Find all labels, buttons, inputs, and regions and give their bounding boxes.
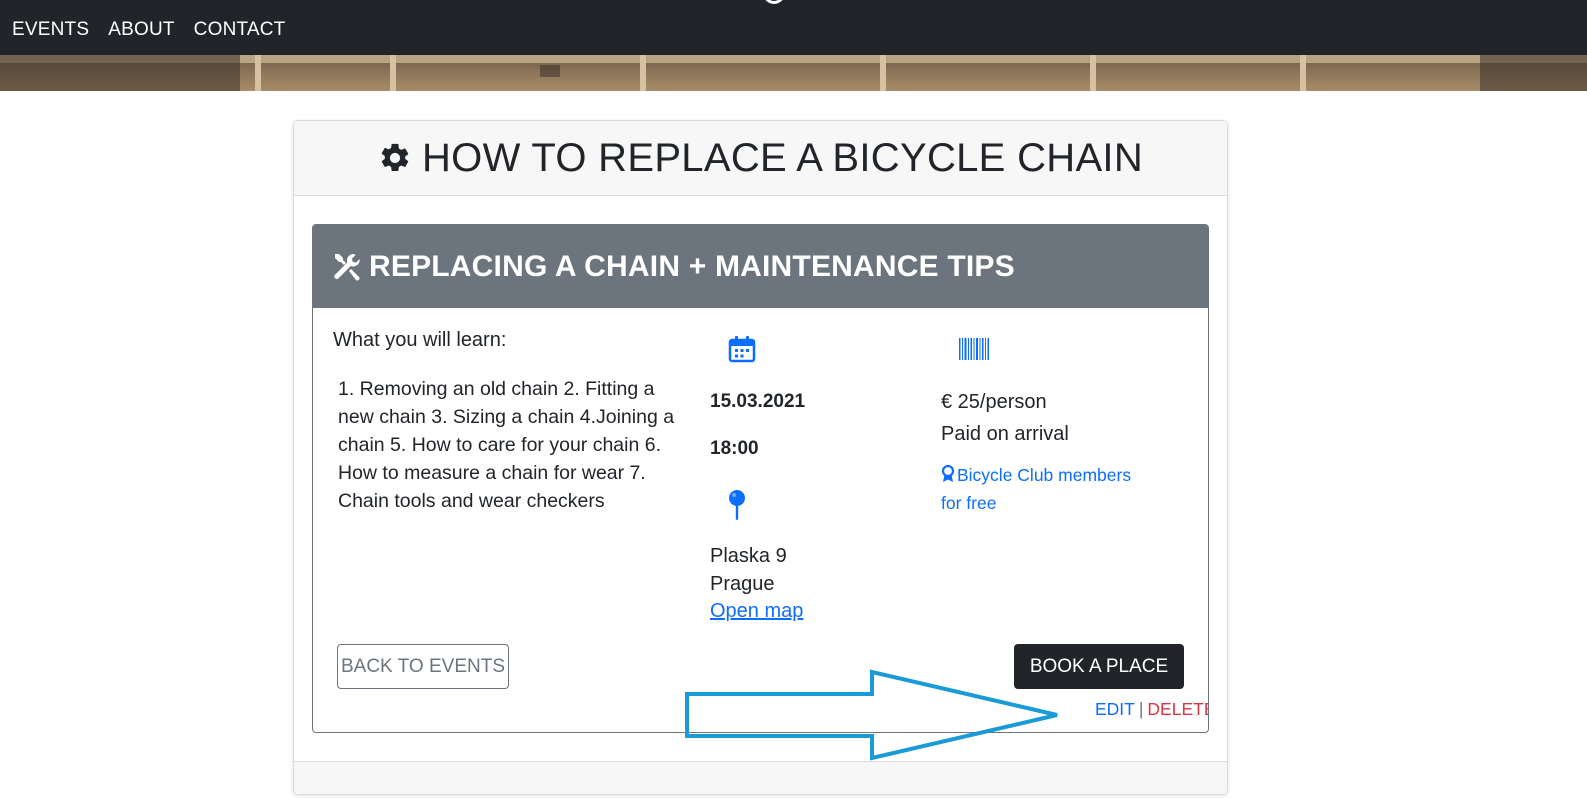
logo[interactable] — [763, 0, 785, 4]
event-date: 15.03.2021 — [710, 391, 806, 412]
admin-links: EDIT | DELETE — [1095, 699, 1208, 720]
learn-description: 1. Removing an old chain 2. Fitting a ne… — [338, 378, 675, 512]
event-detail-card: REPLACING A CHAIN + MAINTENANCE TIPS Wha… — [312, 224, 1209, 733]
page-title: HOW TO REPLACE A BICYCLE CHAIN — [421, 135, 1144, 180]
event-title: REPLACING A CHAIN + MAINTENANCE TIPS — [369, 249, 1015, 283]
gear-icon — [381, 143, 409, 172]
payment-note: Paid on arrival — [941, 423, 1069, 445]
members-free-link[interactable]: Bicycle Club members for free — [941, 461, 1151, 517]
page-header: HOW TO REPLACE A BICYCLE CHAIN — [294, 121, 1227, 196]
page-card-footer — [294, 761, 1227, 794]
open-map-link[interactable]: Open map — [710, 600, 803, 623]
nav-about[interactable]: ABOUT — [108, 19, 174, 41]
event-header: REPLACING A CHAIN + MAINTENANCE TIPS — [313, 225, 1208, 308]
barcode-icon — [959, 338, 989, 360]
hero-image — [0, 55, 1587, 91]
back-to-events-button[interactable]: BACK TO EVENTS — [337, 644, 509, 689]
annotation-arrow — [685, 669, 1058, 761]
nav-contact[interactable]: CONTACT — [194, 19, 286, 41]
top-navbar: EVENTS ABOUT CONTACT — [0, 0, 1587, 55]
delete-link[interactable]: DELETE — [1147, 699, 1208, 720]
event-time: 18:00 — [710, 438, 759, 459]
address-city: Prague — [710, 573, 775, 595]
tools-icon — [334, 253, 360, 281]
address-street: Plaska 9 — [710, 545, 787, 567]
learn-label: What you will learn: — [333, 329, 507, 351]
nav-events[interactable]: EVENTS — [12, 19, 89, 41]
nav-links: EVENTS ABOUT CONTACT — [12, 19, 286, 41]
event-price: € 25/person — [941, 391, 1047, 413]
calendar-icon — [728, 336, 756, 363]
award-icon — [941, 465, 955, 482]
members-free-text: Bicycle Club members for free — [941, 465, 1132, 513]
map-pin-icon — [729, 490, 745, 520]
admin-separator: | — [1138, 699, 1144, 719]
edit-link[interactable]: EDIT — [1095, 699, 1135, 720]
